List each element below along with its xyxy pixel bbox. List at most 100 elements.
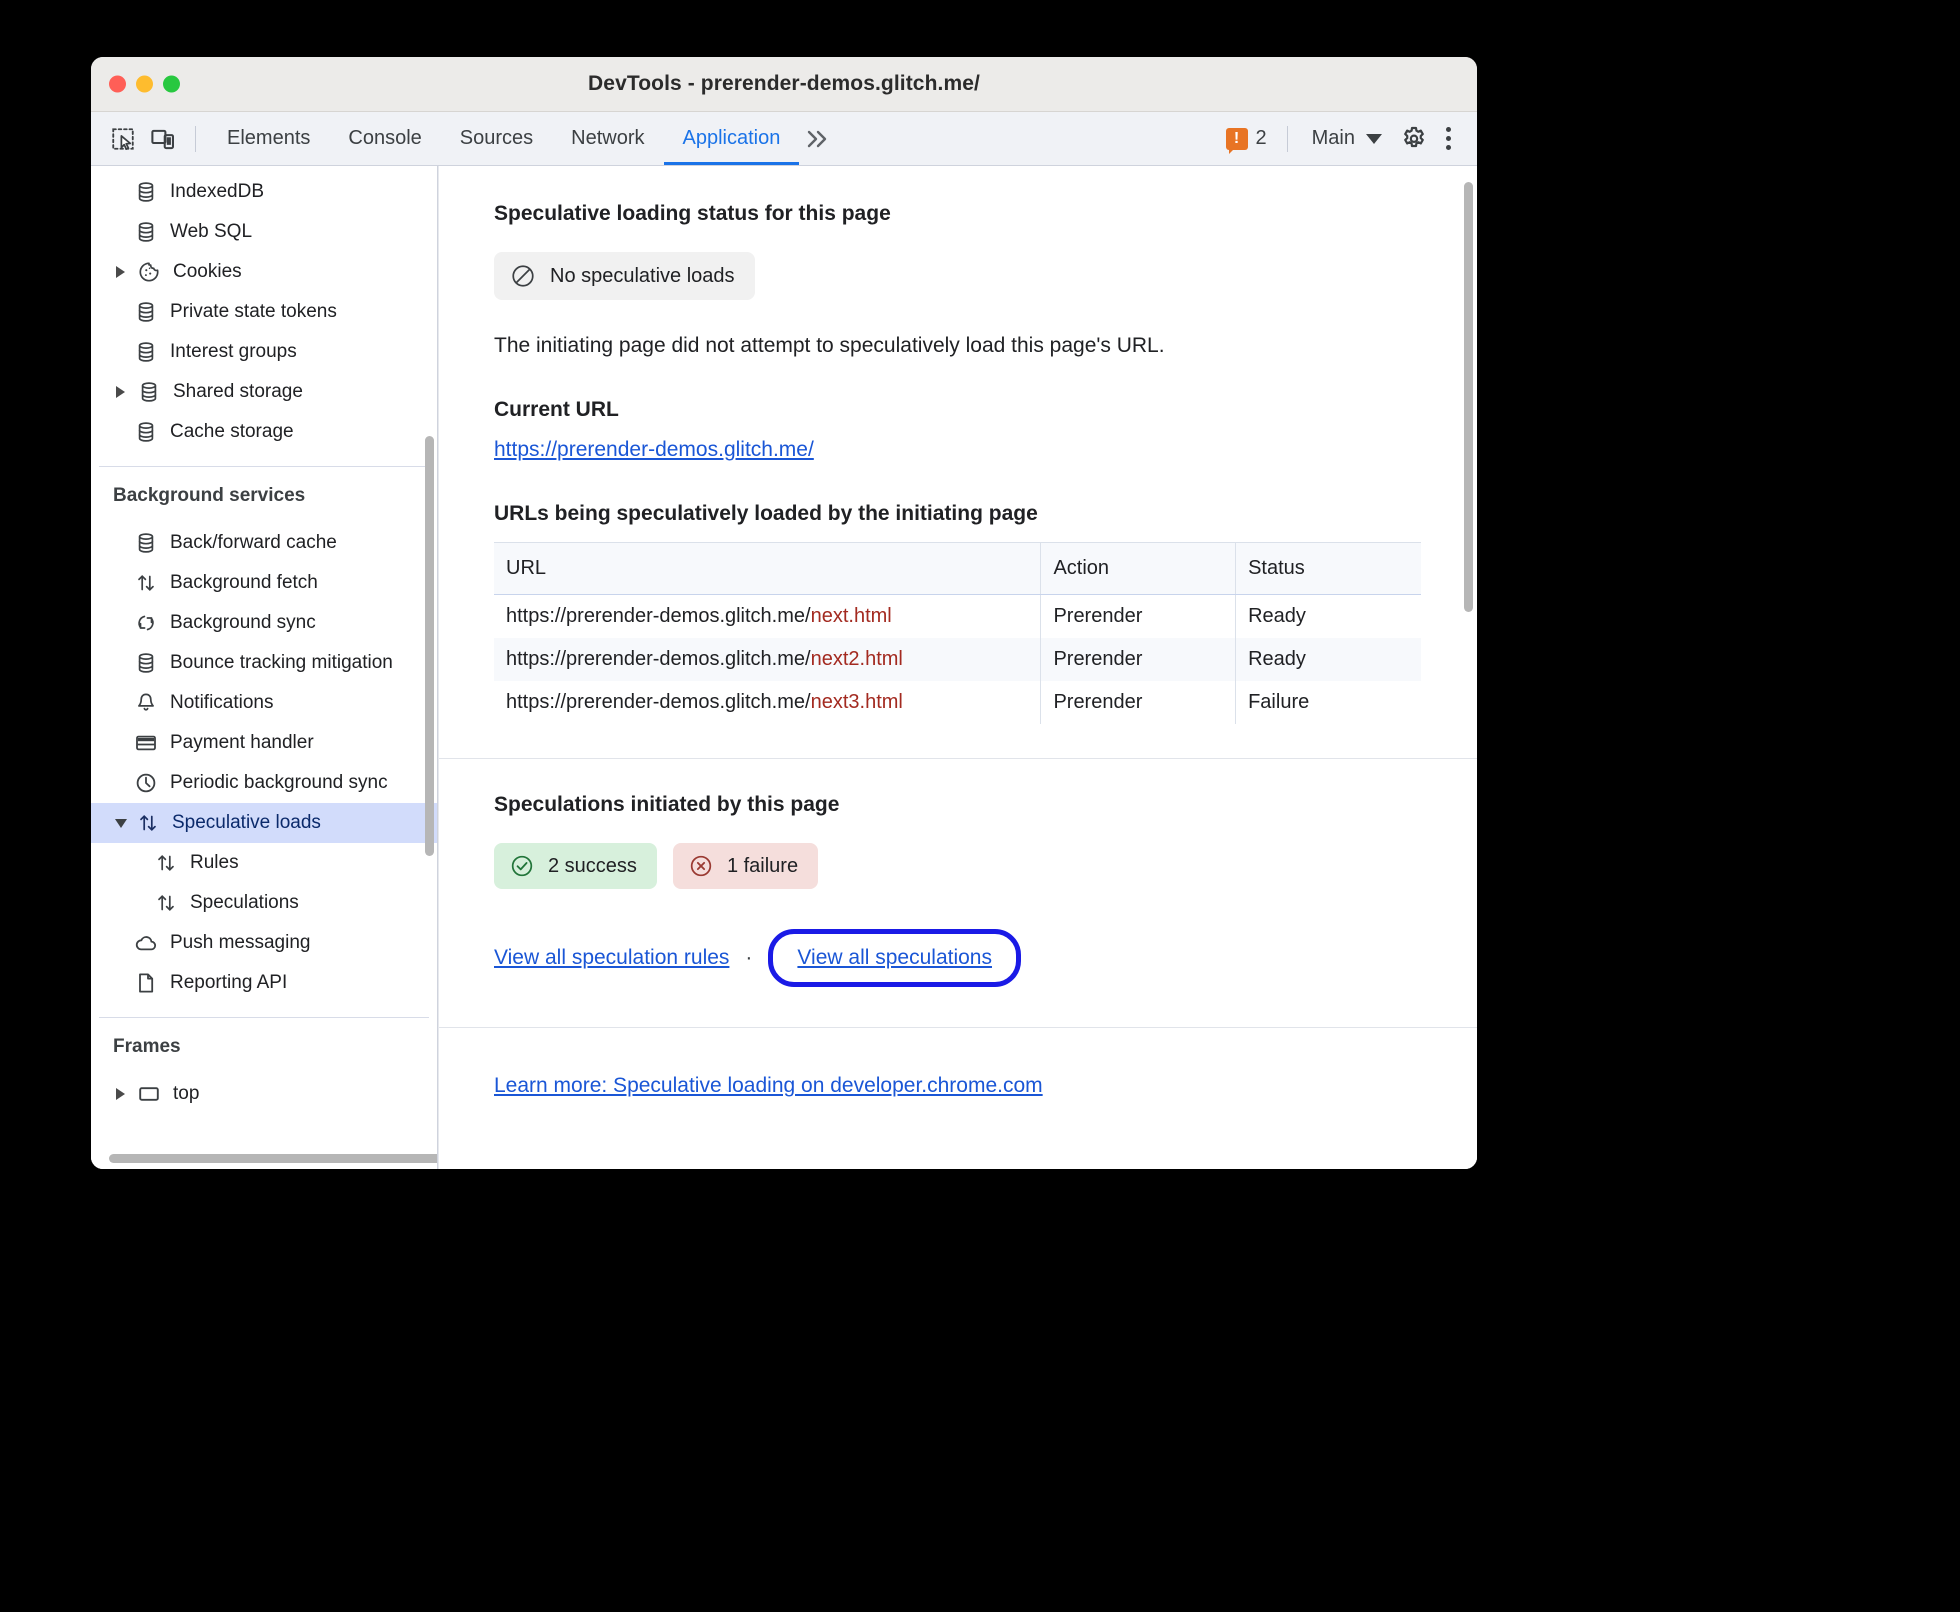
warning-icon: !: [1225, 127, 1248, 154]
frames-tree: top: [91, 1068, 437, 1114]
sidebar-item-speculative-loads[interactable]: Speculative loads: [91, 803, 437, 843]
device-toolbar-icon[interactable]: [143, 121, 183, 157]
speculations-heading: Speculations initiated by this page: [494, 793, 840, 816]
inspect-element-icon[interactable]: [103, 121, 143, 157]
table-row[interactable]: https://prerender-demos.glitch.me/next2.…: [494, 638, 1421, 681]
sidebar-item-label: Rules: [190, 852, 239, 873]
chevron-right-icon[interactable]: [116, 266, 125, 278]
current-url-heading: Current URL: [494, 398, 619, 421]
sidebar-item-back-forward-cache[interactable]: Back/forward cache: [91, 523, 437, 563]
tab-network[interactable]: Network: [552, 112, 663, 165]
sidebar-item-label: Background fetch: [170, 572, 318, 593]
context-selector[interactable]: Main: [1300, 127, 1394, 150]
chevron-right-icon[interactable]: [116, 1088, 125, 1100]
cell-action: Prerender: [1040, 638, 1237, 681]
sidebar-item-interest-groups[interactable]: Interest groups: [91, 332, 437, 372]
current-url-link[interactable]: https://prerender-demos.glitch.me/: [494, 438, 814, 461]
cell-action: Prerender: [1040, 681, 1237, 724]
sidebar-horizontal-scrollbar[interactable]: [109, 1154, 437, 1163]
chevron-right-icon[interactable]: [116, 386, 125, 398]
sidebar-item-background-fetch[interactable]: Background fetch: [91, 563, 437, 603]
sidebar-vertical-scrollbar[interactable]: [425, 436, 434, 856]
warning-count: 2: [1255, 127, 1267, 149]
learn-more-row: Learn more: Speculative loading on devel…: [494, 1074, 1421, 1098]
column-header-status[interactable]: Status: [1235, 542, 1421, 595]
minimize-window-button[interactable]: [136, 75, 153, 93]
sidebar-item-top-frame[interactable]: top: [91, 1074, 437, 1114]
view-all-speculation-rules-link[interactable]: View all speculation rules: [494, 946, 729, 970]
view-all-speculations-link[interactable]: View all speculations: [797, 946, 992, 970]
sidebar-item-label: top: [173, 1083, 200, 1104]
tab-console[interactable]: Console: [329, 112, 440, 165]
status-description: The initiating page did not attempt to s…: [494, 334, 1165, 357]
database-icon: [133, 650, 159, 676]
database-icon: [133, 179, 159, 205]
sidebar-item-label: Cookies: [173, 261, 242, 282]
devtools-toolbar: Elements Console Sources Network Applica…: [91, 112, 1477, 166]
tab-application[interactable]: Application: [663, 112, 800, 165]
chevron-down-icon[interactable]: [115, 818, 127, 828]
sidebar-item-label: Payment handler: [170, 732, 314, 753]
sidebar-item-label: Notifications: [170, 692, 274, 713]
sidebar-item-payment-handler[interactable]: Payment handler: [91, 723, 437, 763]
section-separator-2: [438, 1027, 1477, 1028]
database-icon: [133, 299, 159, 325]
table-row[interactable]: https://prerender-demos.glitch.me/next.h…: [494, 594, 1421, 638]
close-window-button[interactable]: [109, 75, 126, 93]
sidebar-item-bounce-tracking-mitigation[interactable]: Bounce tracking mitigation: [91, 643, 437, 683]
storage-tree: IndexedDB Web SQL Cookies Private state …: [91, 166, 437, 452]
success-badge-label: 2 success: [548, 854, 637, 877]
sidebar-item-label: Shared storage: [173, 381, 303, 402]
document-icon: [133, 970, 159, 996]
cloud-icon: [133, 930, 159, 956]
sidebar-item-label: Speculative loads: [172, 812, 321, 833]
toolbar-divider-2: [1286, 125, 1288, 152]
sidebar-item-cache-storage[interactable]: Cache storage: [91, 412, 437, 452]
table-heading: URLs being speculatively loaded by the i…: [494, 502, 1038, 525]
annotation-highlight: View all speculations: [768, 929, 1021, 987]
speculative-urls-table: URL Action Status https://prerender-demo…: [494, 542, 1421, 724]
tab-elements[interactable]: Elements: [208, 112, 329, 165]
sidebar-item-reporting-api[interactable]: Reporting API: [91, 963, 437, 1003]
sidebar-item-label: Background sync: [170, 612, 316, 633]
sidebar-item-label: Reporting API: [170, 972, 288, 993]
table-row[interactable]: https://prerender-demos.glitch.me/next3.…: [494, 681, 1421, 724]
bell-icon: [133, 690, 159, 716]
column-header-action[interactable]: Action: [1040, 542, 1237, 595]
no-entry-icon: [510, 263, 536, 289]
sidebar-item-label: Push messaging: [170, 932, 311, 953]
sidebar-item-web-sql[interactable]: Web SQL: [91, 212, 437, 252]
database-icon: [136, 379, 162, 405]
sidebar-item-notifications[interactable]: Notifications: [91, 683, 437, 723]
url-highlight: next2.html: [810, 648, 903, 670]
column-header-url[interactable]: URL: [494, 542, 1042, 595]
sidebar-item-label: IndexedDB: [170, 181, 265, 202]
sidebar-item-periodic-background-sync[interactable]: Periodic background sync: [91, 763, 437, 803]
tab-sources[interactable]: Sources: [441, 112, 552, 165]
cell-url: https://prerender-demos.glitch.me/next.h…: [494, 594, 1042, 638]
frame-icon: [136, 1081, 162, 1107]
table-header: URL Action Status: [494, 542, 1421, 595]
sidebar-item-background-sync[interactable]: Background sync: [91, 603, 437, 643]
sidebar-item-cookies[interactable]: Cookies: [91, 252, 437, 292]
sidebar-item-indexeddb[interactable]: IndexedDB: [91, 172, 437, 212]
sidebar-item-label: Back/forward cache: [170, 532, 337, 553]
panel-vertical-scrollbar[interactable]: [1464, 182, 1473, 612]
sidebar-item-private-state-tokens[interactable]: Private state tokens: [91, 292, 437, 332]
sidebar-item-rules[interactable]: Rules: [91, 843, 437, 883]
status-badge-label: No speculative loads: [550, 264, 735, 287]
sidebar-item-speculations[interactable]: Speculations: [91, 883, 437, 923]
gear-icon[interactable]: [1394, 121, 1434, 157]
more-tabs-icon[interactable]: [799, 128, 843, 150]
sync-icon: [133, 610, 159, 636]
learn-more-link[interactable]: Learn more: Speculative loading on devel…: [494, 1074, 1043, 1097]
sidebar-item-push-messaging[interactable]: Push messaging: [91, 923, 437, 963]
speculative-loads-panel: Speculative loading status for this page…: [438, 166, 1477, 1169]
updown-arrows-icon: [135, 810, 161, 836]
cell-status: Ready: [1235, 638, 1421, 681]
kebab-menu-icon[interactable]: [1434, 127, 1463, 150]
background-services-tree: Back/forward cache Background fetch Back…: [91, 517, 437, 1003]
warning-badge[interactable]: ! 2: [1218, 127, 1275, 154]
sidebar-item-shared-storage[interactable]: Shared storage: [91, 372, 437, 412]
maximize-window-button[interactable]: [163, 75, 180, 93]
